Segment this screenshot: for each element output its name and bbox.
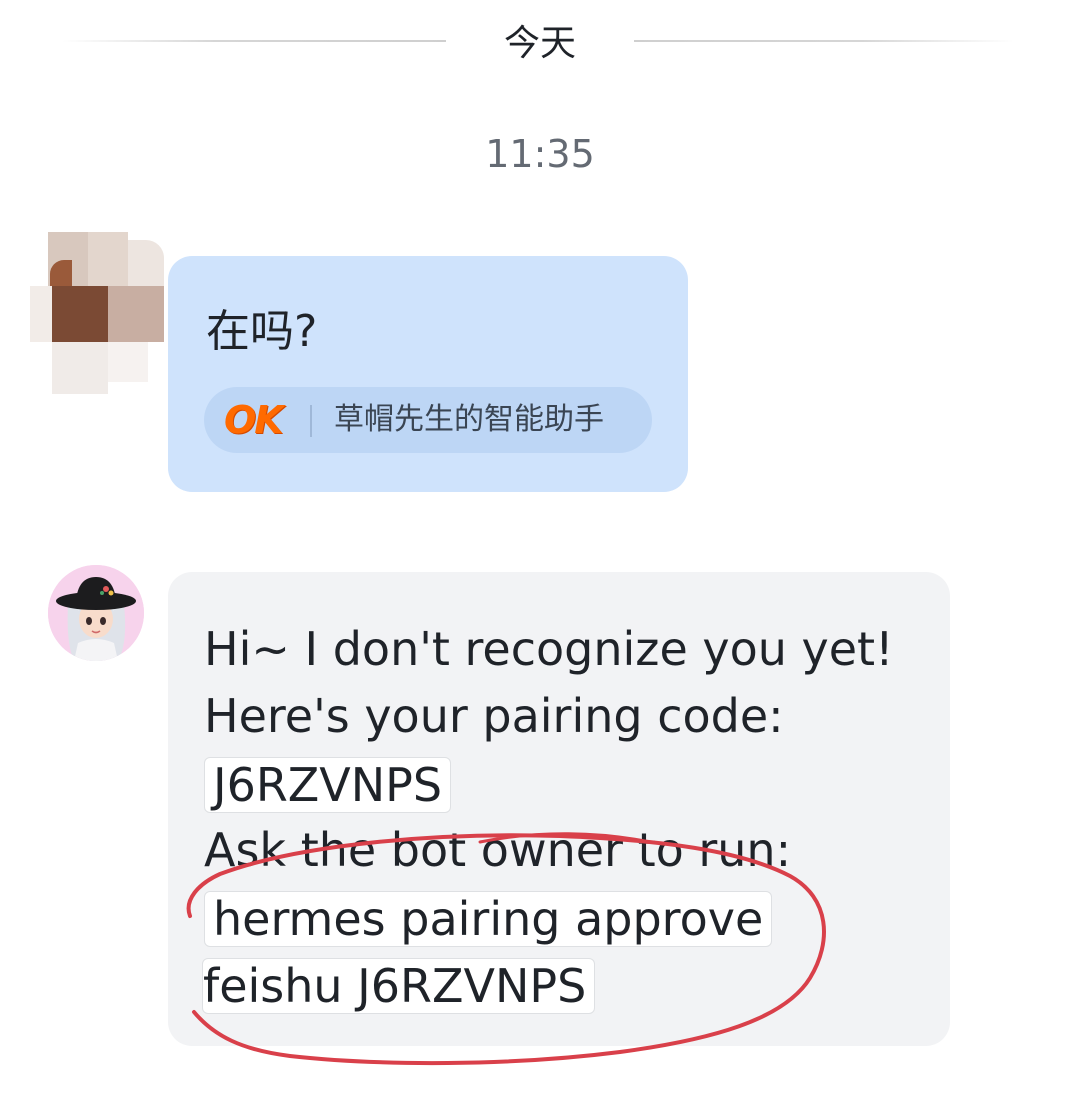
message-source-label: 草帽先生的智能助手 (334, 402, 604, 437)
sender-avatar[interactable] (30, 230, 170, 400)
command-code-part-1[interactable]: hermes pairing approve (204, 890, 773, 947)
bot-reply-text: Hi~ I don't recognize you yet! Here's yo… (202, 616, 924, 1018)
cartoon-girl-avatar-icon (48, 565, 144, 661)
incoming-message-text: 在吗? (206, 306, 318, 357)
date-divider: 今天 (503, 23, 576, 64)
reply-line-pairing-intro: Here's your pairing code: (204, 689, 784, 743)
chat-window: 今天 11:35 在吗? OK 草帽先生的智能助手 Hi~ I don't re… (0, 0, 1080, 1101)
bot-reply-bubble[interactable]: Hi~ I don't recognize you yet! Here's yo… (168, 572, 950, 1046)
reply-line-command-2: feishu J6RZVNPS (202, 951, 924, 1018)
bot-avatar[interactable] (48, 565, 144, 661)
reply-line-instruction: Ask the bot owner to run: (204, 823, 792, 877)
command-code-part-2[interactable]: feishu J6RZVNPS (202, 957, 596, 1014)
reply-line-code: J6RZVNPS (204, 750, 924, 817)
pairing-code[interactable]: J6RZVNPS (204, 756, 452, 813)
reply-line-greeting: Hi~ I don't recognize you yet! (204, 622, 894, 676)
incoming-message-bubble[interactable]: 在吗? OK 草帽先生的智能助手 (168, 256, 688, 492)
message-timestamp: 11:35 (485, 132, 595, 176)
source-separator (310, 405, 312, 437)
ok-logo-icon: OK (224, 398, 284, 442)
message-source-tag[interactable]: OK 草帽先生的智能助手 (204, 387, 652, 453)
reply-line-command-1: hermes pairing approve (204, 884, 924, 951)
date-divider-line-left (62, 40, 446, 42)
date-divider-line-right (634, 40, 1014, 42)
